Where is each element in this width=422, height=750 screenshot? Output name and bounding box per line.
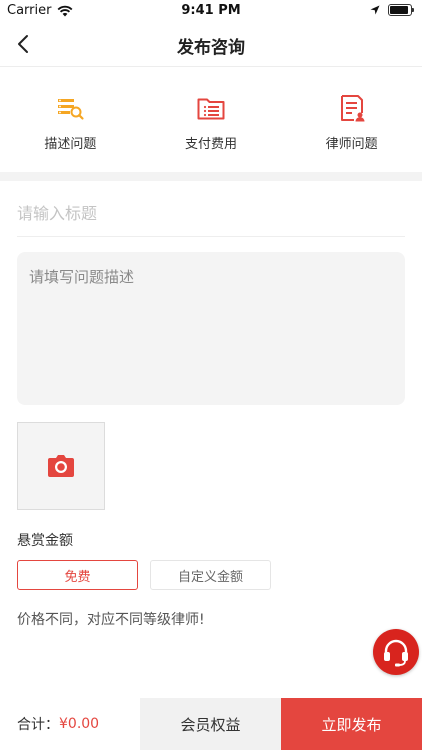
clock: 9:41 PM xyxy=(181,3,241,18)
step-lawyer: 律师问题 xyxy=(281,67,422,172)
title-input[interactable] xyxy=(17,190,405,237)
headset-icon xyxy=(384,639,408,667)
customer-service-button[interactable] xyxy=(373,629,419,675)
description-field[interactable] xyxy=(17,252,405,405)
step-indicator: 描述问题 支付费用 律师问题 xyxy=(0,67,422,172)
section-divider xyxy=(0,172,422,181)
document-user-icon xyxy=(340,95,365,122)
step-pay: 支付费用 xyxy=(141,67,282,172)
total-group: 合计： ¥0.00 xyxy=(0,698,140,750)
search-list-icon xyxy=(58,99,84,120)
member-benefits-button[interactable]: 会员权益 xyxy=(140,698,281,750)
total-label: 合计： xyxy=(17,717,59,733)
total-amount: ¥0.00 xyxy=(59,716,100,732)
page-title: 发布咨询 xyxy=(177,38,245,58)
photo-upload-button[interactable] xyxy=(17,422,105,510)
location-arrow-icon xyxy=(370,5,380,15)
step-label-pay: 支付费用 xyxy=(185,137,238,152)
step-label-describe: 描述问题 xyxy=(44,137,97,152)
price-hint: 价格不同，对应不同等级律师! xyxy=(17,612,205,628)
camera-icon xyxy=(48,455,74,477)
status-bar: Carrier 9:41 PM xyxy=(0,0,422,22)
reward-label: 悬赏金额 xyxy=(17,533,73,549)
nav-bar: 发布咨询 xyxy=(0,22,422,67)
reward-option-custom[interactable]: 自定义金额 xyxy=(150,560,271,590)
battery-icon xyxy=(388,4,414,16)
bottom-bar: 合计： ¥0.00 会员权益 立即发布 xyxy=(0,698,422,750)
reward-option-free[interactable]: 免费 xyxy=(17,560,138,590)
step-describe: 描述问题 xyxy=(0,67,141,172)
status-icons xyxy=(370,4,414,16)
folder-list-icon xyxy=(197,98,225,120)
step-label-lawyer: 律师问题 xyxy=(325,137,378,152)
publish-button[interactable]: 立即发布 xyxy=(281,698,422,750)
